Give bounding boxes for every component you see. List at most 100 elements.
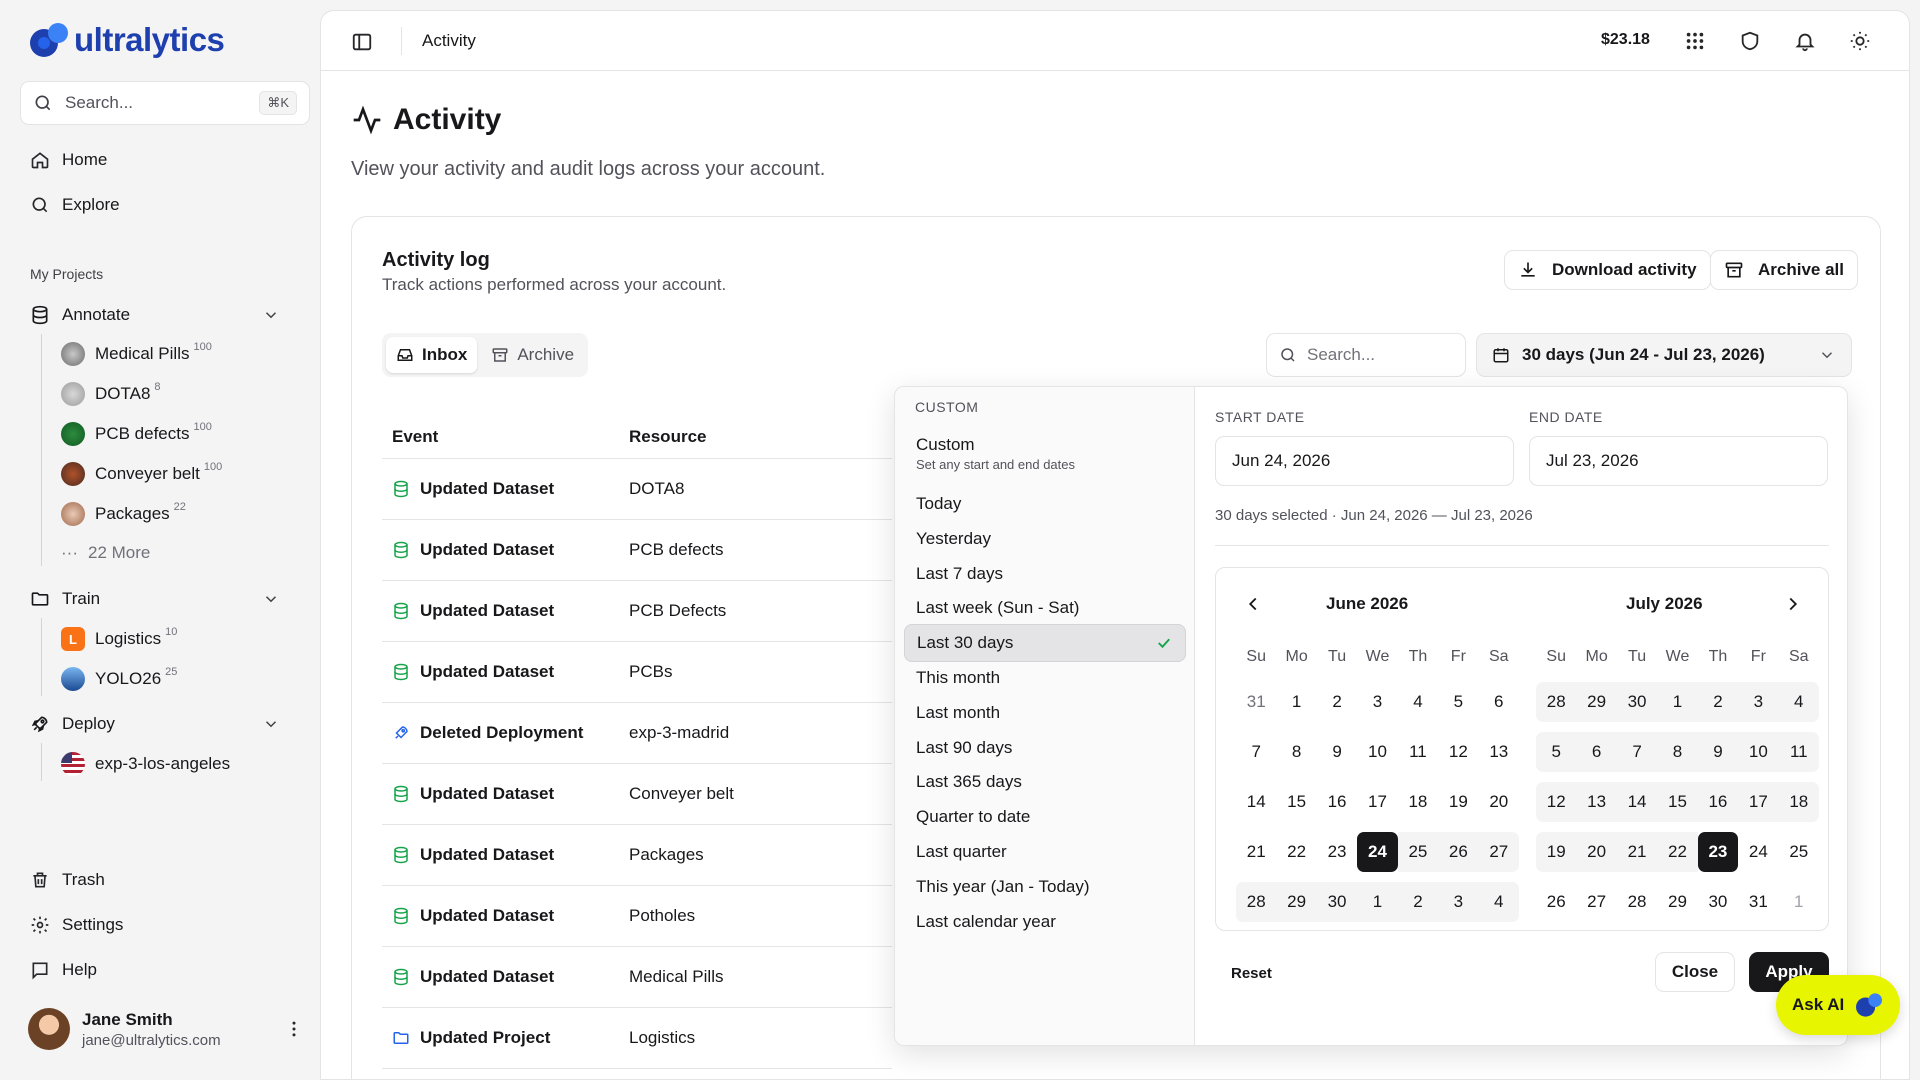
calendar-day[interactable]: 28	[1536, 682, 1577, 722]
calendar-day[interactable]: 17	[1738, 782, 1779, 822]
resource-cell[interactable]: PCB Defects	[629, 601, 726, 621]
preset-option[interactable]: Last 365 days	[904, 763, 1186, 801]
preset-custom[interactable]: Custom Set any start and end dates	[916, 435, 1075, 472]
nav-settings[interactable]: Settings	[30, 915, 123, 935]
table-row[interactable]: Updated Dataset Potholes	[382, 886, 892, 947]
calendar-day[interactable]: 29	[1276, 882, 1317, 922]
calendar-day[interactable]: 26	[1536, 882, 1576, 922]
download-activity-button[interactable]: Download activity	[1504, 250, 1711, 290]
activity-search-input[interactable]: Search...	[1266, 333, 1466, 377]
calendar-day[interactable]: 5	[1536, 732, 1577, 772]
preset-option[interactable]: Last calendar year	[904, 903, 1186, 941]
chevron-down-icon[interactable]	[262, 715, 280, 733]
calendar-day[interactable]: 31	[1738, 882, 1778, 922]
resource-cell[interactable]: Conveyer belt	[629, 784, 734, 804]
calendar-day[interactable]: 19	[1536, 832, 1577, 872]
calendar-day[interactable]: 10	[1357, 732, 1397, 772]
more-vertical-icon[interactable]	[284, 1019, 304, 1039]
calendar-day[interactable]: 15	[1657, 782, 1698, 822]
column-event[interactable]: Event	[392, 427, 438, 447]
archive-all-button[interactable]: Archive all	[1710, 250, 1858, 290]
calendar-day[interactable]: 29	[1657, 882, 1697, 922]
table-row[interactable]: Deleted Deployment exp-3-madrid	[382, 703, 892, 764]
user-profile[interactable]: Jane Smith jane@ultralytics.com	[28, 1008, 304, 1050]
calendar-day[interactable]: 27	[1576, 882, 1616, 922]
project-logistics[interactable]: L Logistics 10	[61, 626, 177, 651]
calendar-day[interactable]: 22	[1276, 832, 1316, 872]
group-train[interactable]: Train	[30, 589, 280, 609]
project-pcb-defects[interactable]: PCB defects 100	[61, 421, 212, 446]
apps-grid-icon[interactable]	[1684, 30, 1706, 52]
calendar-day[interactable]: 17	[1357, 782, 1397, 822]
calendar-day[interactable]: 12	[1438, 732, 1478, 772]
calendar-day[interactable]: 16	[1697, 782, 1739, 822]
calendar-day[interactable]: 28	[1617, 882, 1657, 922]
calendar-day[interactable]: 16	[1317, 782, 1357, 822]
calendar-day[interactable]: 6	[1576, 732, 1617, 772]
preset-option[interactable]: Last 7 days	[904, 555, 1186, 593]
calendar-day[interactable]: 19	[1438, 782, 1478, 822]
calendar-day[interactable]: 1	[1779, 882, 1819, 922]
project-yolo26[interactable]: YOLO26 25	[61, 666, 177, 691]
calendar-day[interactable]: 14	[1616, 782, 1658, 822]
calendar-day[interactable]: 22	[1657, 832, 1698, 872]
preset-option[interactable]: Last 30 days	[904, 624, 1186, 663]
table-row[interactable]: Updated Project Logistics	[382, 1008, 892, 1069]
preset-option[interactable]: This month	[904, 659, 1186, 697]
chevron-right-icon[interactable]	[1782, 593, 1804, 615]
calendar-day[interactable]: 21	[1236, 832, 1276, 872]
calendar-day[interactable]: 30	[1316, 882, 1358, 922]
calendar-day[interactable]: 18	[1778, 782, 1819, 822]
end-date-input[interactable]: Jul 23, 2026	[1529, 436, 1828, 486]
calendar-day[interactable]: 25	[1397, 832, 1439, 872]
calendar-day[interactable]: 5	[1438, 682, 1478, 722]
deployment-exp-3-los-angeles[interactable]: exp-3-los-angeles	[61, 752, 230, 776]
resource-cell[interactable]: PCB defects	[629, 540, 724, 560]
calendar-day[interactable]: 30	[1698, 882, 1738, 922]
table-row[interactable]: Updated Dataset Packages	[382, 825, 892, 886]
chevron-left-icon[interactable]	[1242, 593, 1264, 615]
resource-cell[interactable]: Potholes	[629, 906, 695, 926]
preset-option[interactable]: Last week (Sun - Sat)	[904, 589, 1186, 627]
calendar-day[interactable]: 25	[1779, 832, 1819, 872]
table-row[interactable]: Updated Dataset PCB defects	[382, 520, 892, 581]
close-button[interactable]: Close	[1655, 952, 1735, 992]
resource-cell[interactable]: DOTA8	[629, 479, 684, 499]
resource-cell[interactable]: Medical Pills	[629, 967, 723, 987]
calendar-day[interactable]: 4	[1478, 882, 1519, 922]
calendar-day[interactable]: 10	[1738, 732, 1779, 772]
calendar-day[interactable]: 4	[1398, 682, 1438, 722]
chevron-down-icon[interactable]	[262, 306, 280, 324]
calendar-day[interactable]: 14	[1236, 782, 1276, 822]
preset-option[interactable]: Yesterday	[904, 520, 1186, 558]
nav-help[interactable]: Help	[30, 960, 97, 980]
preset-option[interactable]: Last month	[904, 694, 1186, 732]
ultralytics-logo[interactable]: ultralytics	[28, 20, 225, 60]
preset-option[interactable]: This year (Jan - Today)	[904, 868, 1186, 906]
calendar-day[interactable]: 11	[1398, 732, 1438, 772]
calendar-day[interactable]: 8	[1276, 732, 1316, 772]
calendar-day[interactable]: 26	[1438, 832, 1479, 872]
calendar-day[interactable]: 20	[1479, 782, 1519, 822]
calendar-day[interactable]: 7	[1616, 732, 1658, 772]
calendar-day[interactable]: 1	[1357, 882, 1398, 922]
nav-explore[interactable]: Explore	[30, 195, 120, 215]
preset-option[interactable]: Today	[904, 485, 1186, 523]
table-row[interactable]: Updated Dataset Medical Pills	[382, 947, 892, 1008]
calendar-day[interactable]: 2	[1397, 882, 1439, 922]
calendar-day[interactable]: 18	[1398, 782, 1438, 822]
calendar-day[interactable]: 29	[1576, 682, 1617, 722]
date-range-button[interactable]: 30 days (Jun 24 - Jul 23, 2026)	[1476, 333, 1852, 377]
group-annotate[interactable]: Annotate	[30, 305, 280, 325]
tab-archive[interactable]: Archive	[481, 337, 584, 373]
shield-icon[interactable]	[1739, 30, 1761, 52]
ask-ai-button[interactable]: Ask AI	[1776, 975, 1900, 1035]
calendar-day[interactable]: 13	[1479, 732, 1519, 772]
calendar-day[interactable]: 9	[1317, 732, 1357, 772]
preset-option[interactable]: Last quarter	[904, 833, 1186, 871]
calendar-day[interactable]: 23	[1317, 832, 1357, 872]
calendar-day[interactable]: 1	[1276, 682, 1316, 722]
calendar-day[interactable]: 24	[1738, 832, 1778, 872]
calendar-day[interactable]: 15	[1276, 782, 1316, 822]
calendar-day[interactable]: 3	[1357, 682, 1397, 722]
